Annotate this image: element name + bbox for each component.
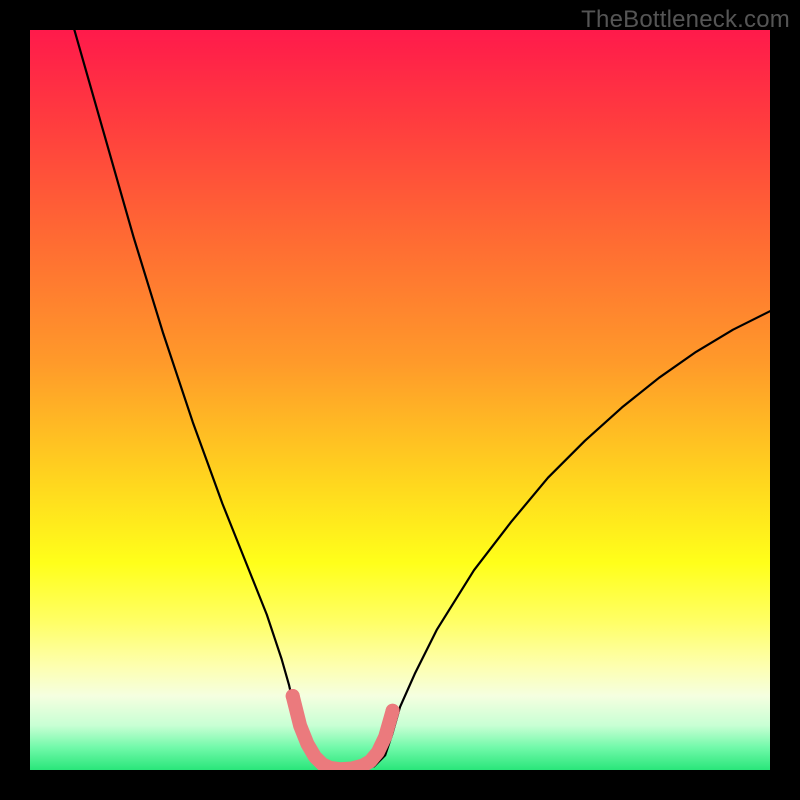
highlight-dot — [386, 704, 400, 718]
plot-area — [30, 30, 770, 770]
bottleneck-chart — [30, 30, 770, 770]
gradient-background — [30, 30, 770, 770]
highlight-dot — [286, 689, 300, 703]
outer-frame: TheBottleneck.com — [0, 0, 800, 800]
